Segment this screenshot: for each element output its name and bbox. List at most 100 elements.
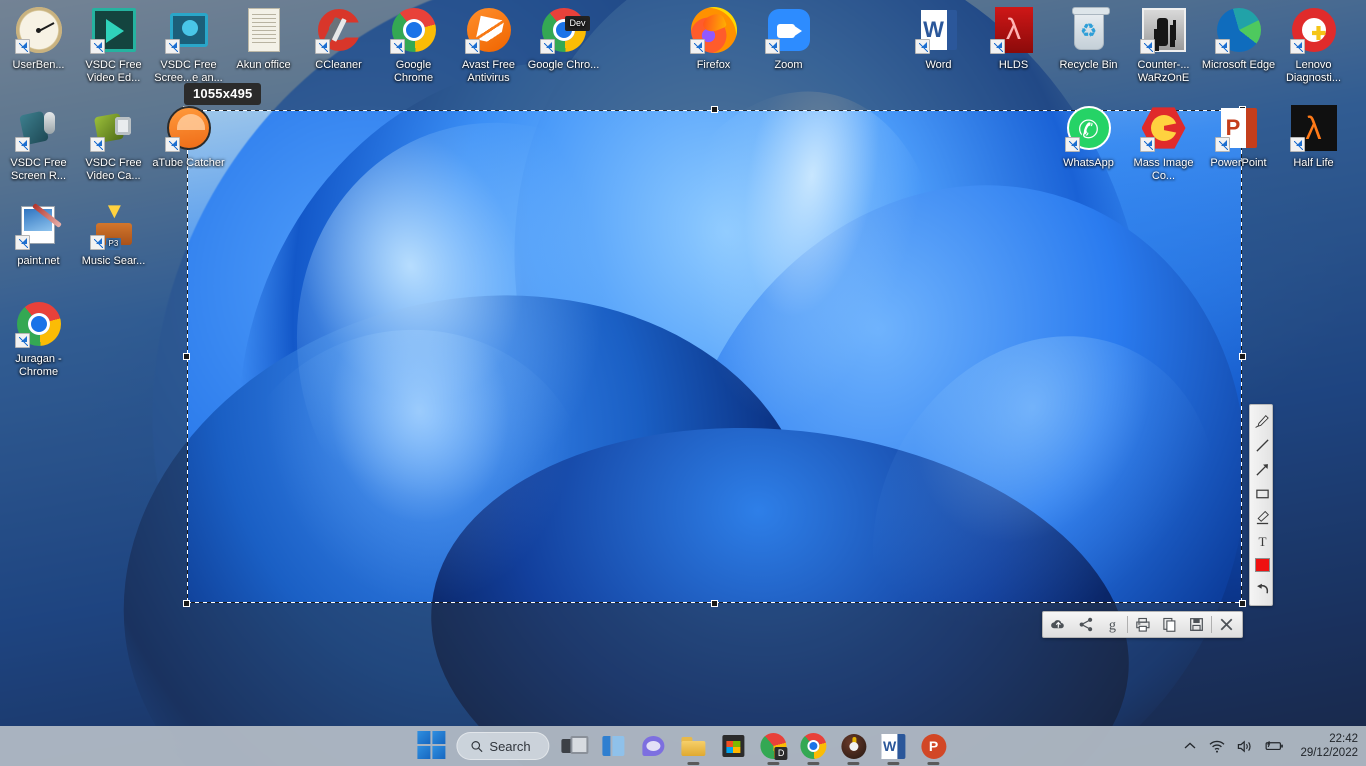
text-icon: T	[1258, 534, 1266, 549]
taskbar-chat[interactable]	[638, 730, 670, 762]
print-button[interactable]	[1129, 612, 1156, 637]
microsoft-store-icon	[722, 735, 745, 757]
desktop-icon-label: Juragan - Chrome	[15, 353, 62, 378]
desktop[interactable]: UserBen... VSDC Free Video Ed... VSDC Fr…	[0, 0, 1366, 766]
clock-time: 22:42	[1329, 733, 1358, 745]
taskbar-word[interactable]	[878, 730, 910, 765]
selection-handle-bottom-left[interactable]	[183, 600, 190, 607]
powerpoint-icon	[1214, 104, 1263, 152]
desktop-icon-half-life[interactable]: Half Life	[1276, 104, 1351, 170]
atube-catcher-icon	[164, 104, 213, 152]
taskbar-file-explorer[interactable]	[678, 730, 710, 765]
desktop-icon-counter-strike-warzone[interactable]: Counter-... WaRzOnE	[1126, 6, 1201, 84]
vsdc-screen-recorder-icon	[164, 6, 213, 54]
selection-handle-middle-right[interactable]	[1239, 352, 1246, 360]
text-tool-button[interactable]: T	[1250, 529, 1274, 553]
desktop-icon-music-search[interactable]: P3 Music Sear...	[76, 202, 151, 268]
capture-action-toolbar[interactable]: g	[1042, 611, 1243, 638]
marker-tool-button[interactable]	[1250, 505, 1274, 529]
word-icon	[881, 733, 906, 759]
desktop-icon-recycle-bin[interactable]: Recycle Bin	[1051, 6, 1126, 72]
desktop-icon-label: Music Sear...	[81, 255, 146, 267]
desktop-icon-whatsapp[interactable]: WhatsApp	[1051, 104, 1126, 170]
google-search-button[interactable]: g	[1099, 612, 1126, 637]
close-icon	[1220, 618, 1233, 631]
desktop-icon-google-chrome[interactable]: Google Chrome	[376, 6, 451, 84]
desktop-icon-label: Zoom	[774, 59, 803, 71]
firefox-icon	[689, 6, 738, 54]
desktop-icon-vsdc-free-video-capture[interactable]: VSDC Free Video Ca...	[76, 104, 151, 182]
desktop-icon-mass-image-compressor[interactable]: Mass Image Co...	[1126, 104, 1201, 182]
desktop-icon-microsoft-edge[interactable]: Microsoft Edge	[1201, 6, 1276, 72]
selection-handle-middle-left[interactable]	[183, 352, 190, 360]
taskbar-powerpoint[interactable]	[918, 730, 950, 765]
selection-size-tooltip: 1055x495	[184, 83, 262, 105]
selection-handle-bottom-right[interactable]	[1239, 600, 1246, 607]
desktop-icon-juragan-chrome[interactable]: Juragan - Chrome	[1, 300, 76, 378]
desktop-icon-label: aTube Catcher	[152, 157, 225, 169]
network-button[interactable]	[1209, 740, 1225, 753]
desktop-icon-label: Avast Free Antivirus	[462, 59, 515, 84]
save-icon	[1190, 618, 1203, 631]
desktop-icon-label: Google Chrome	[393, 59, 434, 84]
desktop-icon-lenovo-diagnostics[interactable]: Lenovo Diagnosti...	[1276, 6, 1351, 84]
desktop-icon-label: Microsoft Edge	[1201, 59, 1276, 71]
line-tool-button[interactable]	[1250, 433, 1274, 457]
pencil-tool-button[interactable]	[1250, 409, 1274, 433]
selection-handle-top-center[interactable]	[710, 106, 718, 113]
capture-selection-region[interactable]	[183, 106, 1246, 607]
desktop-icon-vsdc-free-video-editor[interactable]: VSDC Free Video Ed...	[76, 6, 151, 84]
whatsapp-icon	[1064, 104, 1113, 152]
annotation-toolbar[interactable]: T	[1249, 404, 1273, 606]
taskbar-chrome-dev[interactable]	[758, 730, 790, 765]
arrow-tool-button[interactable]	[1250, 457, 1274, 481]
desktop-icon-firefox[interactable]: Firefox	[676, 6, 751, 72]
media-player-icon	[841, 733, 867, 759]
taskbar-widgets[interactable]	[598, 730, 630, 762]
widgets-icon	[602, 736, 625, 756]
rectangle-tool-button[interactable]	[1250, 481, 1274, 505]
start-button[interactable]	[416, 730, 448, 762]
taskbar[interactable]: Search D W P 22:42 29/12/2022	[0, 726, 1366, 766]
camera-icon	[89, 104, 138, 152]
taskbar-center-group: Search	[416, 726, 949, 766]
taskbar-media-player[interactable]	[838, 730, 870, 765]
taskbar-clock[interactable]: 22:42 29/12/2022	[1296, 732, 1358, 760]
desktop-icon-hlds[interactable]: HLDS	[976, 6, 1051, 72]
taskbar-microsoft-store[interactable]	[718, 730, 750, 762]
desktop-icon-atube-catcher[interactable]: aTube Catcher	[151, 104, 226, 170]
desktop-icon-google-chrome-dev[interactable]: Dev Google Chro...	[526, 6, 601, 72]
undo-button[interactable]	[1250, 577, 1274, 601]
system-tray[interactable]: 22:42 29/12/2022	[1183, 726, 1358, 766]
color-picker-button[interactable]	[1250, 553, 1274, 577]
line-icon	[1255, 438, 1269, 452]
upload-cloud-button[interactable]	[1045, 612, 1072, 637]
desktop-icon-label: Akun office	[236, 59, 291, 71]
desktop-icon-akun-office[interactable]: Akun office	[226, 6, 301, 72]
taskbar-task-view[interactable]	[558, 730, 590, 762]
battery-button[interactable]	[1265, 740, 1284, 752]
copy-button[interactable]	[1156, 612, 1183, 637]
taskbar-search-box[interactable]: Search	[456, 732, 550, 760]
share-button[interactable]	[1072, 612, 1099, 637]
desktop-icon-label: WhatsApp	[1063, 157, 1114, 169]
taskbar-chrome[interactable]	[798, 730, 830, 765]
desktop-icon-avast-free-antivirus[interactable]: Avast Free Antivirus	[451, 6, 526, 84]
desktop-icon-word[interactable]: Word	[901, 6, 976, 72]
document-icon	[240, 6, 288, 54]
desktop-icon-label: Google Chro...	[527, 59, 600, 71]
desktop-icon-ccleaner[interactable]: CCleaner	[301, 6, 376, 72]
desktop-icon-label: paint.net	[17, 255, 60, 267]
desktop-icon-vsdc-free-screen-rec[interactable]: VSDC Free Screen R...	[1, 104, 76, 182]
save-button[interactable]	[1183, 612, 1210, 637]
desktop-icon-label: UserBen...	[12, 59, 65, 71]
close-button[interactable]	[1213, 612, 1240, 637]
show-hidden-icons-button[interactable]	[1183, 741, 1197, 751]
desktop-icon-zoom[interactable]: Zoom	[751, 6, 826, 72]
desktop-icon-userbenchmark[interactable]: UserBen...	[1, 6, 76, 72]
desktop-icon-paint-net[interactable]: paint.net	[1, 202, 76, 268]
selection-handle-bottom-center[interactable]	[710, 600, 718, 607]
desktop-icon-powerpoint[interactable]: PowerPoint	[1201, 104, 1276, 170]
volume-button[interactable]	[1237, 739, 1253, 753]
desktop-icon-vsdc-free-screen-recorder[interactable]: VSDC Free Scree...e an...	[151, 6, 226, 84]
